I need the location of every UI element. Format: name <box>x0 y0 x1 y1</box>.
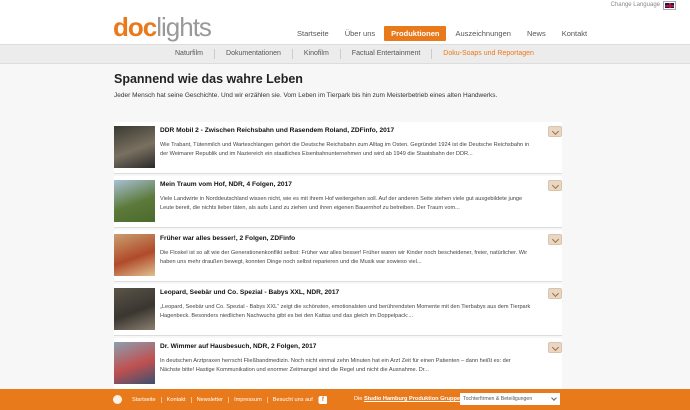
production-teaser: In deutschen Arztpraxen herrscht Fließba… <box>160 358 511 373</box>
sub-nav: Naturfilm Dokumentationen Kinofilm Factual … <box>0 44 690 64</box>
production-thumbnail[interactable] <box>114 342 155 384</box>
footer-link-impressum[interactable]: Impressum <box>229 396 268 403</box>
page-intro: Jeder Mensch hat seine Geschichte. Und w… <box>114 92 498 99</box>
logo-part-lights: lights <box>156 12 212 42</box>
facebook-icon[interactable]: f <box>318 395 327 404</box>
main-content: Spannend wie das wahre Leben Jeder Mensc… <box>0 64 690 390</box>
production-teaser: „Leopard, Seebär und Co. Spezial - Babys… <box>160 304 531 319</box>
production-entry: Leopard, Seebär und Co. Spezial - Babys … <box>114 284 562 336</box>
subnav-doku-soaps-und-reportagen[interactable]: Doku-Soaps und Reportagen <box>432 49 545 59</box>
production-title[interactable]: DDR Mobil 2 - Zwischen Reichsbahn und Ra… <box>160 127 394 134</box>
nav-über-uns[interactable]: Über uns <box>338 26 382 41</box>
footer: Startseite Kontakt Newsletter Impressum Besu… <box>0 389 690 410</box>
production-thumbnail[interactable] <box>114 288 155 330</box>
expand-chevron-icon[interactable] <box>548 180 562 191</box>
nav-auszeichnungen[interactable]: Auszeichnungen <box>448 26 517 41</box>
production-thumbnail[interactable] <box>114 126 155 168</box>
production-title[interactable]: Früher war alles besser!, 2 Folgen, ZDFi… <box>160 235 295 242</box>
logo-part-doc: doc <box>113 12 157 42</box>
sun-logo-icon <box>113 395 122 404</box>
production-thumbnail[interactable] <box>114 180 155 222</box>
nav-news[interactable]: News <box>520 26 553 41</box>
uk-flag-icon[interactable] <box>663 1 676 10</box>
subnav-kinofilm[interactable]: Kinofilm <box>293 49 341 59</box>
production-thumbnail[interactable] <box>114 234 155 276</box>
expand-chevron-icon[interactable] <box>548 288 562 299</box>
expand-chevron-icon[interactable] <box>548 126 562 137</box>
nav-kontakt[interactable]: Kontakt <box>555 26 594 41</box>
subnav-factual-entertainment[interactable]: Factual Entertainment <box>341 49 433 59</box>
production-title[interactable]: Leopard, Seebär und Co. Spezial - Babys … <box>160 289 339 296</box>
subnav-dokumentationen[interactable]: Dokumentationen <box>215 49 293 59</box>
main-nav: Startseite Über uns Produktionen Auszeichnu… <box>290 26 594 41</box>
production-entry: DDR Mobil 2 - Zwischen Reichsbahn und Ra… <box>114 122 562 174</box>
production-list: DDR Mobil 2 - Zwischen Reichsbahn und Ra… <box>114 122 562 390</box>
nav-produktionen[interactable]: Produktionen <box>384 26 447 41</box>
production-entry: Früher war alles besser!, 2 Folgen, ZDFi… <box>114 230 562 282</box>
group-link[interactable]: Studio Hamburg Produktion Gruppe: <box>364 396 462 402</box>
footer-link-besucht-uns-auf[interactable]: Besucht uns auf <box>268 396 319 403</box>
footer-link-newsletter[interactable]: Newsletter <box>192 396 230 403</box>
expand-chevron-icon[interactable] <box>548 234 562 245</box>
nav-startseite[interactable]: Startseite <box>290 26 336 41</box>
production-title[interactable]: Mein Traum vom Hof, NDR, 4 Folgen, 2017 <box>160 181 292 188</box>
production-entry: Mein Traum vom Hof, NDR, 4 Folgen, 2017 V… <box>114 176 562 228</box>
logo[interactable]: doclights <box>113 12 212 43</box>
production-entry: Dr. Wimmer auf Hausbesuch, NDR, 2 Folgen… <box>114 338 562 390</box>
production-title[interactable]: Dr. Wimmer auf Hausbesuch, NDR, 2 Folgen… <box>160 343 316 350</box>
group-prefix: Die <box>354 396 364 402</box>
change-language-link[interactable]: Change Language <box>611 2 660 8</box>
subnav-naturfilm[interactable]: Naturfilm <box>164 49 216 59</box>
production-teaser: Die Floskel ist so alt wie der Generatio… <box>160 250 528 265</box>
footer-link-startseite[interactable]: Startseite <box>127 396 162 403</box>
page-title: Spannend wie das wahre Leben <box>114 72 303 86</box>
expand-chevron-icon[interactable] <box>548 342 562 353</box>
production-teaser: Wie Trabant, Tütenmilch und Warteschlang… <box>160 142 530 157</box>
production-teaser: Viele Landwirte in Norddeutschland wisse… <box>160 196 523 211</box>
group-label: Die Studio Hamburg Produktion Gruppe: <box>354 396 462 402</box>
subsidiaries-select[interactable]: Tochterfirmen & Beteiligungen <box>460 393 560 405</box>
footer-link-kontakt[interactable]: Kontakt <box>162 396 192 403</box>
header: Change Language doclights Startseite Über… <box>0 0 690 44</box>
